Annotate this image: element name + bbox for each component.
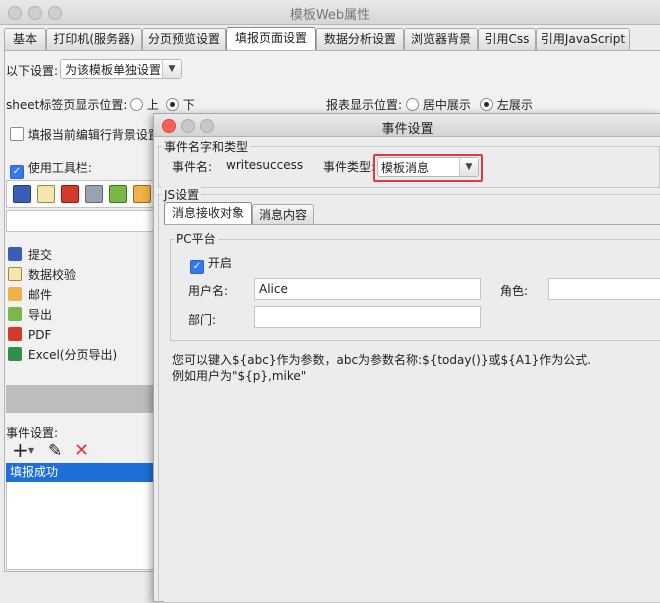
list-item[interactable]: 提交	[8, 246, 52, 264]
event-type-value: 模板消息	[381, 161, 430, 175]
export-icon[interactable]	[109, 185, 127, 203]
tab-data-analysis[interactable]: 数据分析设置	[316, 28, 404, 50]
delete-icon[interactable]: ✕	[74, 440, 89, 461]
user-field[interactable]: Alice	[254, 278, 481, 300]
print-icon[interactable]	[85, 185, 103, 203]
list-item[interactable]: PDF	[8, 326, 51, 344]
user-label: 用户名:	[188, 284, 229, 298]
main-tabs: 基本 打印机(服务器) 分页预览设置 填报页面设置 数据分析设置 浏览器背景 引…	[4, 27, 660, 51]
tab-printer[interactable]: 打印机(服务器)	[46, 28, 142, 50]
chevron-down-icon: ▼	[459, 158, 478, 176]
scope-select[interactable]: 为该模板单独设置 ▼	[60, 59, 182, 79]
pc-group-title: PC平台	[174, 230, 218, 247]
event-name-value[interactable]: writesuccess	[226, 158, 303, 172]
list-item[interactable]: Excel(分页导出)	[8, 346, 117, 364]
add-icon[interactable]: +	[12, 440, 29, 460]
enable-checkbox[interactable]: ✓ 开启	[190, 254, 232, 274]
email-icon	[8, 287, 22, 301]
edit-icon[interactable]: ✎	[48, 441, 62, 461]
tab-javascript[interactable]: 引用JavaScript	[536, 28, 630, 50]
dialog-titlebar: 事件设置	[154, 114, 660, 137]
sheet-pos-down-label: 下	[182, 98, 195, 112]
dept-label: 部门:	[188, 313, 217, 327]
event-type-select[interactable]: 模板消息 ▼	[377, 157, 479, 177]
list-item[interactable]: 邮件	[8, 286, 52, 304]
action-list-footer	[6, 385, 154, 413]
sheet-pos-down[interactable]: 下	[166, 96, 195, 113]
report-pos-left[interactable]: 左展示	[480, 96, 533, 113]
checkmark-icon: ✓	[190, 260, 204, 274]
save-icon[interactable]	[13, 185, 31, 203]
action-label: 数据校验	[28, 268, 77, 282]
scope-select-value: 为该模板单独设置	[65, 63, 162, 77]
dept-field[interactable]	[254, 306, 481, 328]
export-icon	[8, 307, 22, 321]
sheet-pos-up[interactable]: 上	[130, 96, 159, 113]
report-pos-center[interactable]: 居中展示	[406, 96, 471, 113]
report-pos-center-label: 居中展示	[422, 98, 471, 112]
tab-browser-bg[interactable]: 浏览器背景	[404, 28, 478, 50]
fill-bg-label: 填报当前编辑行背景设置	[27, 128, 160, 142]
radio-icon	[406, 98, 419, 111]
tab-fill-page[interactable]: 填报页面设置	[226, 27, 316, 51]
radio-selected-icon	[480, 98, 493, 111]
hint-line-2: 例如用户为"${p},mike"	[172, 369, 307, 383]
use-toolbar-label: 使用工具栏:	[27, 161, 92, 175]
save-icon	[8, 247, 22, 261]
report-pos-label: 报表显示位置:	[326, 98, 403, 112]
tab-page-preview[interactable]: 分页预览设置	[142, 28, 226, 50]
pdf-icon	[8, 327, 22, 341]
hint-line-1: 您可以键入${abc}作为参数，abc为参数名称:${today()}或${A1…	[172, 353, 592, 367]
validate-icon	[8, 267, 22, 281]
action-label: 导出	[28, 308, 53, 322]
radio-icon	[130, 98, 143, 111]
chevron-down-icon: ▼	[28, 446, 35, 455]
toolbar-action-list: 提交 数据校验 邮件 导出 PDF Excel(分页导出)	[6, 244, 154, 384]
fill-bg-checkbox[interactable]: 填报当前编辑行背景设置	[10, 126, 160, 143]
main-titlebar: 模板Web属性	[0, 0, 660, 25]
validate-icon[interactable]	[37, 185, 55, 203]
action-label: Excel(分页导出)	[28, 348, 118, 362]
name-type-group-title: 事件名字和类型	[162, 138, 251, 155]
enable-label: 开启	[207, 256, 232, 270]
tab-basic[interactable]: 基本	[4, 28, 46, 50]
window-title: 模板Web属性	[289, 8, 371, 23]
email-icon[interactable]	[133, 185, 151, 203]
radio-selected-icon	[166, 98, 179, 111]
use-toolbar-checkbox[interactable]: ✓ 使用工具栏:	[10, 159, 92, 179]
dialog-title: 事件设置	[381, 122, 434, 137]
sheet-pos-up-label: 上	[146, 98, 159, 112]
toolbar-blank-row	[6, 210, 156, 232]
pdf-icon[interactable]	[61, 185, 79, 203]
checkmark-icon: ✓	[10, 165, 24, 179]
scope-label: 以下设置:	[6, 64, 59, 78]
js-group-title: JS设置	[162, 186, 202, 203]
action-label: PDF	[28, 328, 52, 342]
list-item[interactable]: 填报成功	[6, 463, 158, 482]
event-settings-dialog: 事件设置 事件名字和类型 事件名: writesuccess 事件类型: 模板消…	[153, 113, 660, 603]
sheet-pos-label: sheet标签页显示位置:	[6, 98, 128, 112]
excel-icon	[8, 347, 22, 361]
chevron-down-icon: ▼	[162, 60, 181, 78]
role-field[interactable]	[548, 278, 660, 300]
list-item[interactable]: 导出	[8, 306, 52, 324]
event-type-label: 事件类型:	[323, 160, 376, 174]
action-label: 邮件	[28, 288, 53, 302]
list-item[interactable]: 数据校验	[8, 266, 76, 284]
report-pos-left-label: 左展示	[496, 98, 533, 112]
checkbox-icon	[10, 127, 24, 141]
action-label: 提交	[28, 248, 53, 262]
tab-message-content[interactable]: 消息内容	[252, 204, 314, 225]
event-item-label: 填报成功	[10, 465, 59, 479]
role-label: 角色:	[500, 284, 529, 298]
toolbar-preview	[6, 180, 156, 208]
tab-css[interactable]: 引用Css	[478, 28, 536, 50]
tab-receivers[interactable]: 消息接收对象	[164, 202, 252, 225]
event-name-label: 事件名:	[172, 160, 213, 174]
